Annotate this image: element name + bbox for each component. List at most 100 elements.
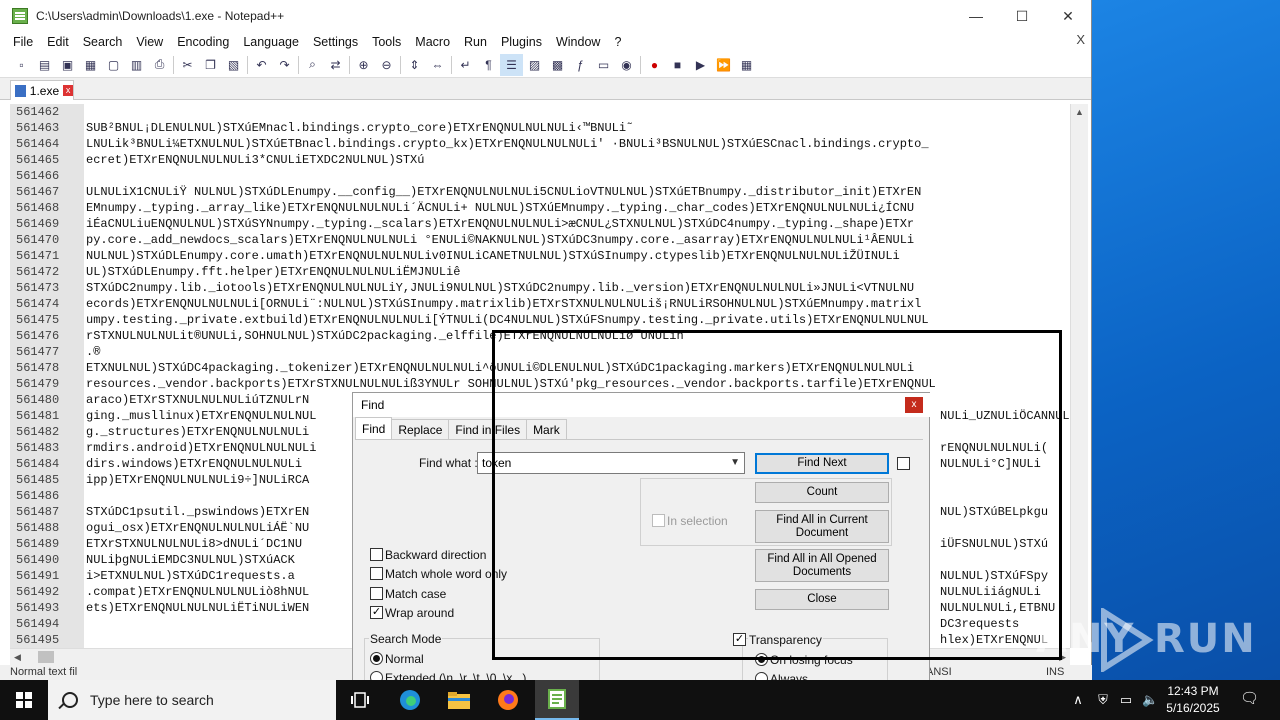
notepadpp-taskbar-icon[interactable] <box>535 680 579 720</box>
find-all-current-button[interactable]: Find All in Current Document <box>755 510 889 543</box>
zoom-in-icon[interactable]: ⊕ <box>352 54 375 76</box>
close-all-icon[interactable]: ▥ <box>125 54 148 76</box>
vertical-scrollbar[interactable]: ▲ <box>1070 104 1088 648</box>
edge-browser-icon[interactable] <box>388 680 432 720</box>
document-map-icon[interactable]: ▭ <box>592 54 615 76</box>
editor-line: 561470 py.core._add_newdocs_scalars)ETXrE… <box>10 232 1070 248</box>
tab-close-icon[interactable]: x <box>63 85 73 96</box>
find-icon[interactable]: ⌕ <box>301 54 324 76</box>
clock[interactable]: 12:43 PM 5/16/2025 <box>1158 683 1228 717</box>
menu-encoding[interactable]: Encoding <box>170 32 236 52</box>
find-all-opened-button[interactable]: Find All in All Opened Documents <box>755 549 889 582</box>
scroll-up-icon[interactable]: ▲ <box>1071 104 1088 120</box>
line-text: ecret)ETXrENQNULNULNULi3*CNULiETXDC2NULN… <box>86 153 425 167</box>
find-next-option-checkbox[interactable] <box>897 457 910 470</box>
cut-icon[interactable]: ✂ <box>176 54 199 76</box>
open-file-icon[interactable]: ▤ <box>33 54 56 76</box>
minimize-button[interactable]: — <box>953 0 999 32</box>
undo-icon[interactable]: ↶ <box>250 54 273 76</box>
match-case-checkbox[interactable] <box>370 587 383 600</box>
toolbar-separator <box>247 55 248 74</box>
sync-horizontal-icon[interactable]: ⇔ <box>426 54 449 76</box>
record-macro-icon[interactable]: ● <box>643 54 666 76</box>
editor-line: 561466 <box>10 168 1070 184</box>
start-button[interactable] <box>0 680 48 720</box>
menu-run[interactable]: Run <box>457 32 494 52</box>
close-document-x[interactable]: X <box>1076 32 1085 47</box>
count-button[interactable]: Count <box>755 482 889 503</box>
save-macro-icon[interactable]: ▦ <box>735 54 758 76</box>
save-icon[interactable]: ▣ <box>56 54 79 76</box>
backward-direction-checkbox[interactable] <box>370 548 383 561</box>
redo-icon[interactable]: ↷ <box>273 54 296 76</box>
find-dialog-titlebar[interactable]: Find <box>353 393 931 417</box>
word-wrap-icon[interactable]: ↵ <box>454 54 477 76</box>
line-number: 561475 <box>16 313 60 327</box>
taskbar-search-box[interactable]: Type here to search <box>48 680 336 720</box>
line-number: 561486 <box>16 489 60 503</box>
line-number: 561463 <box>16 121 60 135</box>
tab-find-in-files[interactable]: Find in Files <box>448 419 528 439</box>
horizontal-scroll-thumb[interactable] <box>38 651 54 663</box>
editor-line: 561474 ecords)ETXrENQNULNULNULi[ORNULi¨:N… <box>10 296 1070 312</box>
close-file-icon[interactable]: ▢ <box>102 54 125 76</box>
language-icon[interactable]: ▨ <box>523 54 546 76</box>
line-text: iÉaCNULiuENQNULNUL)STXúSYNnumpy._typing.… <box>86 217 915 231</box>
show-all-chars-icon[interactable]: ¶ <box>477 54 500 76</box>
replace-icon[interactable]: ⇄ <box>324 54 347 76</box>
copy-icon[interactable]: ❐ <box>199 54 222 76</box>
stop-macro-icon[interactable]: ■ <box>666 54 689 76</box>
save-all-icon[interactable]: ▦ <box>79 54 102 76</box>
tab-1-exe[interactable]: 1.exe x <box>10 80 74 100</box>
find-next-button[interactable]: Find Next <box>755 453 889 474</box>
new-file-icon[interactable]: ▫ <box>10 54 33 76</box>
file-explorer-icon[interactable] <box>437 680 481 720</box>
menu-language[interactable]: Language <box>236 32 306 52</box>
line-number: 561479 <box>16 377 60 391</box>
play-macro-icon[interactable]: ▶ <box>689 54 712 76</box>
scroll-left-icon[interactable]: ◀ <box>14 649 21 666</box>
toolbar-separator <box>349 55 350 74</box>
menu-view[interactable]: View <box>129 32 170 52</box>
tab-replace[interactable]: Replace <box>391 419 450 439</box>
wrap-around-checkbox[interactable] <box>370 606 383 619</box>
volume-icon[interactable]: 🔈 <box>1142 692 1158 708</box>
menu-macro[interactable]: Macro <box>408 32 457 52</box>
menu-window[interactable]: Window <box>549 32 607 52</box>
firefox-icon[interactable] <box>486 680 530 720</box>
menu-plugins[interactable]: Plugins <box>494 32 549 52</box>
maximize-button[interactable]: ☐ <box>999 0 1045 32</box>
match-whole-word-checkbox[interactable] <box>370 567 383 580</box>
task-view-icon[interactable] <box>338 680 382 720</box>
print-icon[interactable]: ⎙ <box>148 54 171 76</box>
chevron-up-icon[interactable]: ∧ <box>1070 692 1086 708</box>
on-losing-focus-radio[interactable] <box>755 653 768 666</box>
transparency-checkbox[interactable] <box>733 633 746 646</box>
search-mode-normal-radio[interactable] <box>370 652 383 665</box>
menu-search[interactable]: Search <box>76 32 130 52</box>
notifications-icon[interactable]: 🗨 <box>1240 691 1259 707</box>
chevron-down-icon[interactable]: ▼ <box>730 453 740 473</box>
network-icon[interactable]: ▭ <box>1118 692 1134 708</box>
menu-help[interactable]: ? <box>607 32 628 52</box>
menu-file[interactable]: File <box>6 32 40 52</box>
in-selection-checkbox[interactable] <box>652 514 665 527</box>
tab-find[interactable]: Find <box>355 417 393 439</box>
close-dialog-button[interactable]: Close <box>755 589 889 610</box>
security-icon[interactable]: ⛨ <box>1095 692 1111 708</box>
sync-vertical-icon[interactable]: ⇕ <box>403 54 426 76</box>
folder-as-workspace-icon[interactable]: ▩ <box>546 54 569 76</box>
function-list-icon[interactable]: ƒ <box>569 54 592 76</box>
find-what-input[interactable]: token ▼ <box>477 452 745 474</box>
menu-tools[interactable]: Tools <box>365 32 408 52</box>
close-button[interactable]: ✕ <box>1045 0 1091 32</box>
indent-guide-icon[interactable]: ☰ <box>500 53 523 76</box>
menu-settings[interactable]: Settings <box>306 32 365 52</box>
play-macro-multiple-icon[interactable]: ⏩ <box>712 54 735 76</box>
zoom-out-icon[interactable]: ⊖ <box>375 54 398 76</box>
tab-mark[interactable]: Mark <box>526 419 567 439</box>
menu-edit[interactable]: Edit <box>40 32 76 52</box>
monitoring-icon[interactable]: ◉ <box>615 54 638 76</box>
find-dialog-close-icon[interactable]: x <box>905 397 923 413</box>
paste-icon[interactable]: ▧ <box>222 54 245 76</box>
